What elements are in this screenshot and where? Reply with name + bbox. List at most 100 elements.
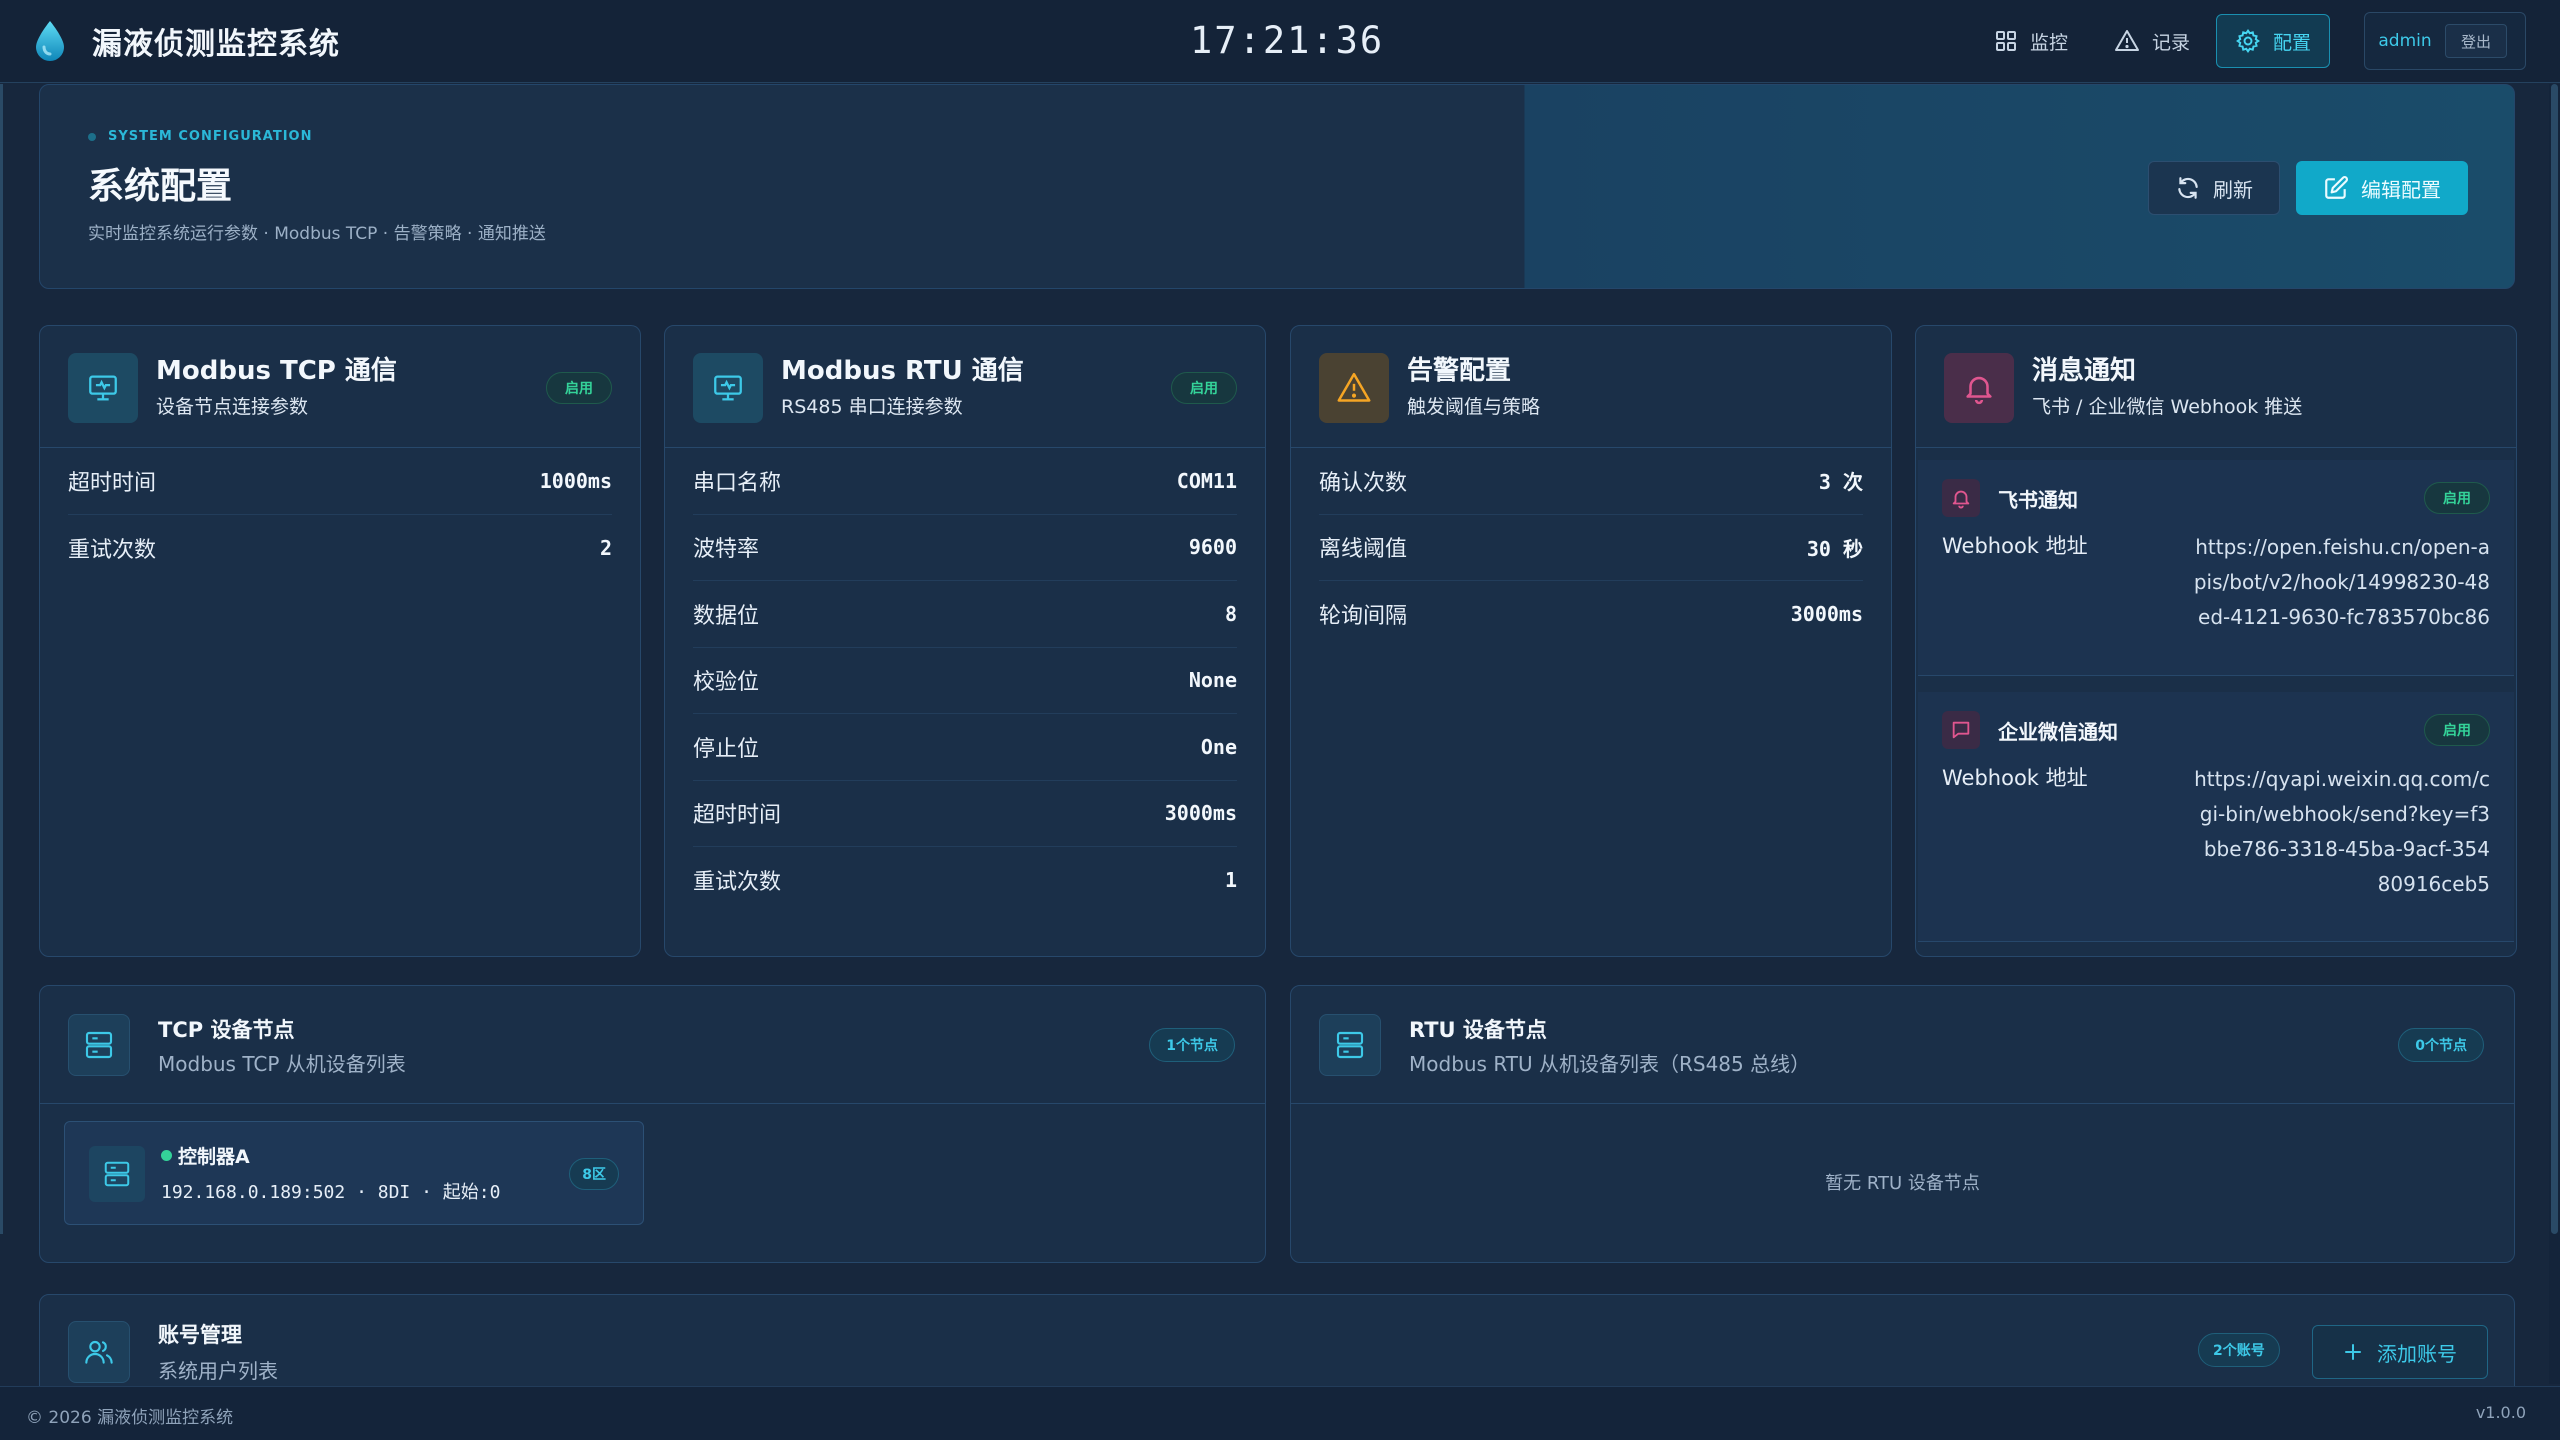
card-subtitle: 触发阈值与策略 [1407,396,1541,418]
param-list: 确认次数 3 次 离线阈值 30 秒 轮询间隔 3000ms [1291,448,1891,648]
card-header: Modbus TCP 通信 设备节点连接参数 启用 [40,326,640,448]
panel-subtitle: Modbus RTU 从机设备列表（RS485 总线） [1409,1052,1811,1076]
footer: © 2026 漏液侦测监控系统 v1.0.0 [0,1386,2560,1440]
param-value: 3000ms [1164,801,1237,826]
param-value: 3000ms [1790,602,1863,627]
empty-state: 暂无 RTU 设备节点 [1825,1173,1980,1194]
status-badge: 启用 [2424,714,2490,746]
param-list: 超时时间 1000ms 重试次数 2 [40,448,640,581]
device-card[interactable]: 控制器A 192.168.0.189:502 · 8DI · 起始:0 8区 [64,1121,644,1225]
param-label: 重试次数 [693,870,782,896]
online-dot [161,1150,172,1161]
scrollbar-thumb[interactable] [2551,84,2558,1234]
notif-header: 飞书通知 启用 [1918,460,2514,536]
param-value: None [1188,668,1237,693]
param-label: 波特率 [693,537,760,563]
notif-title: 企业微信通知 [1998,720,2118,744]
card-icon-box [1944,353,2014,423]
notif-body: Webhook 地址 https://open.feishu.cn/open-a… [1918,530,2514,635]
refresh-label: 刷新 [2213,177,2253,202]
nav-config[interactable]: 配置 [2216,14,2330,68]
monitor-icon [714,375,742,401]
refresh-button[interactable]: 刷新 [2148,161,2280,215]
param-row: 校验位 None [693,648,1237,714]
user-box: admin 登出 [2364,12,2526,70]
user-name: admin [2378,31,2432,51]
node-count-badge: 0个节点 [2398,1028,2484,1062]
tcp-config-card: Modbus TCP 通信 设备节点连接参数 启用 超时时间 1000ms 重试次… [39,325,641,957]
param-row: 串口名称 COM11 [693,448,1237,515]
edit-config-button[interactable]: 编辑配置 [2296,161,2468,215]
panel-header: TCP 设备节点 Modbus TCP 从机设备列表 1个节点 [40,986,1265,1104]
nav-monitor-label: 监控 [2030,31,2069,54]
webhook-url: https://qyapi.weixin.qq.com/cgi-bin/webh… [2194,767,2490,896]
vertical-scrollbar[interactable] [2549,84,2560,1384]
app-title: 漏液侦测监控系统 [92,27,340,62]
top-bar: 漏液侦测监控系统 17:21:36 监控 记录 配置 admin 登出 [0,0,2560,83]
refresh-icon [2178,177,2198,199]
card-icon-box [693,353,763,423]
zone-badge: 8区 [569,1158,619,1190]
panel-icon-box [1319,1014,1381,1076]
card-subtitle: RS485 串口连接参数 [781,396,963,418]
param-value: One [1200,734,1237,759]
rtu-config-card: Modbus RTU 通信 RS485 串口连接参数 启用 串口名称 COM11 … [664,325,1266,957]
status-badge: 启用 [1171,372,1237,404]
panel-icon-box [68,1321,130,1383]
tcp-nodes-panel: TCP 设备节点 Modbus TCP 从机设备列表 1个节点 控制器A 192… [39,985,1266,1263]
param-label: 重试次数 [68,537,157,563]
card-header: Modbus RTU 通信 RS485 串口连接参数 启用 [665,326,1265,448]
device-name-text: 控制器A [178,1146,250,1168]
param-value: 1000ms [539,468,612,493]
monitor-icon [89,375,117,401]
users-icon [85,1340,113,1364]
param-value: 1 [1224,868,1237,893]
card-subtitle: 飞书 / 企业微信 Webhook 推送 [2032,396,2303,418]
nav-monitor[interactable]: 监控 [1994,14,2068,68]
logout-button[interactable]: 登出 [2445,24,2507,58]
notif-body: Webhook 地址 https://qyapi.weixin.qq.com/c… [1918,762,2514,902]
edit-icon [2325,176,2348,199]
webhook-label: Webhook 地址 [1942,534,2088,558]
edit-config-label: 编辑配置 [2361,177,2441,202]
param-label: 停止位 [693,736,760,762]
warning-triangle-icon [2115,30,2139,51]
param-label: 校验位 [693,670,760,696]
device-detail: 192.168.0.189:502 · 8DI · 起始:0 [161,1182,501,1203]
panel-title: TCP 设备节点 [158,1018,295,1042]
add-account-button[interactable]: 添加账号 [2312,1325,2488,1379]
param-row: 重试次数 1 [693,847,1237,914]
param-row: 重试次数 2 [68,515,612,582]
add-account-label: 添加账号 [2377,1341,2457,1366]
param-list: 串口名称 COM11 波特率 9600 数据位 8 校验位 None 停止位 One 超时… [665,448,1265,914]
param-label: 超时时间 [68,470,157,496]
nav-record[interactable]: 记录 [2114,14,2190,68]
param-row: 数据位 8 [693,581,1237,648]
panel-subtitle: 系统用户列表 [158,1359,278,1383]
nav-config-label: 配置 [2272,31,2311,54]
config-header: SYSTEM CONFIGURATION 系统配置 实时监控系统运行参数 · M… [39,84,2515,289]
device-name: 控制器A [161,1142,250,1169]
page-title: 系统配置 [88,166,233,207]
param-value: 9600 [1188,535,1237,560]
param-label: 超时时间 [693,803,782,829]
clock: 17:21:36 [1190,19,1385,62]
param-label: 离线阈值 [1319,537,1408,563]
alarm-config-card: 告警配置 触发阈值与策略 确认次数 3 次 离线阈值 30 秒 轮询间隔 3000ms [1290,325,1892,957]
status-badge: 启用 [546,372,612,404]
webhook-url: https://open.feishu.cn/open-apis/bot/v2/… [2193,535,2490,629]
wecom-panel: 企业微信通知 启用 Webhook 地址 https://qyapi.weixi… [1918,692,2514,942]
param-label: 串口名称 [693,470,782,496]
device-icon-box [89,1146,145,1202]
card-title: Modbus TCP 通信 [156,356,397,386]
version: v1.0.0 [2475,1403,2526,1422]
nav-record-label: 记录 [2152,31,2191,54]
card-icon-box [1319,353,1389,423]
param-value: 3 次 [1818,470,1863,495]
server-icon [85,1031,113,1059]
brand[interactable]: 漏液侦测监控系统 [30,16,340,66]
card-title: 告警配置 [1407,356,1512,386]
grid-icon [1996,31,2016,51]
panel-title: RTU 设备节点 [1409,1018,1547,1042]
warning-triangle-icon [1337,372,1371,402]
